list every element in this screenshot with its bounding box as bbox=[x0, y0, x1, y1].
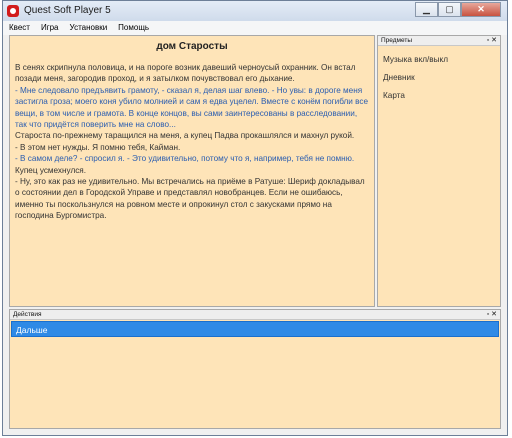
menu-bar: Квест Игра Установки Помощь bbox=[3, 21, 507, 35]
story-paragraph: В сенях скрипнула половица, и на пороге … bbox=[15, 63, 356, 84]
story-paragraph: Купец усмехнулся. bbox=[15, 165, 87, 175]
window-controls: ▁ ▢ ✕ bbox=[415, 2, 501, 18]
objects-panel-header: Предметы ▫ ✕ bbox=[378, 36, 500, 46]
story-paragraph: - Ну, это как раз не удивительно. Мы вст… bbox=[15, 177, 365, 221]
actions-panel-title: Действия bbox=[13, 311, 42, 318]
room-title: дом Старосты bbox=[156, 41, 228, 52]
objects-panel-title: Предметы bbox=[381, 37, 413, 44]
maximize-button[interactable]: ▢ bbox=[438, 2, 461, 17]
menu-quest[interactable]: Квест bbox=[3, 21, 35, 35]
minimize-button[interactable]: ▁ bbox=[415, 2, 438, 17]
actions-panel-header: Действия ▫ ✕ bbox=[10, 310, 500, 320]
app-icon bbox=[7, 5, 19, 17]
actions-panel: Действия ▫ ✕ Дальше bbox=[9, 309, 501, 429]
menu-help[interactable]: Помощь bbox=[112, 21, 154, 35]
window-title: Quest Soft Player 5 bbox=[24, 5, 111, 16]
objects-panel-controls[interactable]: ▫ ✕ bbox=[487, 36, 497, 45]
title-bar[interactable]: Quest Soft Player 5 ▁ ▢ ✕ bbox=[3, 1, 507, 21]
main-text-pane[interactable]: дом Старосты В сенях скрипнула половица,… bbox=[9, 35, 375, 307]
menu-game[interactable]: Игра bbox=[35, 21, 64, 35]
story-text: В сенях скрипнула половица, и на пороге … bbox=[10, 62, 374, 222]
object-music-toggle[interactable]: Музыка вкл/выкл bbox=[378, 51, 500, 69]
object-diary[interactable]: Дневник bbox=[378, 69, 500, 87]
story-paragraph: Староста по-прежнему таращился на меня, … bbox=[15, 131, 355, 141]
close-button[interactable]: ✕ bbox=[461, 2, 501, 17]
objects-panel: Предметы ▫ ✕ Музыка вкл/выкл Дневник Кар… bbox=[377, 35, 501, 307]
story-paragraph-dialogue: - В самом деле? - спросил я. - Это удиви… bbox=[15, 154, 355, 164]
app-window: Quest Soft Player 5 ▁ ▢ ✕ Квест Игра Уст… bbox=[2, 0, 508, 436]
actions-panel-controls[interactable]: ▫ ✕ bbox=[487, 310, 497, 319]
action-next[interactable]: Дальше bbox=[11, 321, 499, 337]
object-map[interactable]: Карта bbox=[378, 87, 500, 105]
story-paragraph-dialogue: - Мне следовало предъявить грамоту, - ск… bbox=[15, 85, 369, 130]
objects-list: Музыка вкл/выкл Дневник Карта bbox=[378, 46, 500, 105]
menu-settings[interactable]: Установки bbox=[64, 21, 113, 35]
story-paragraph: - В этом нет нужды. Я помню тебя, Кайман… bbox=[15, 142, 181, 152]
